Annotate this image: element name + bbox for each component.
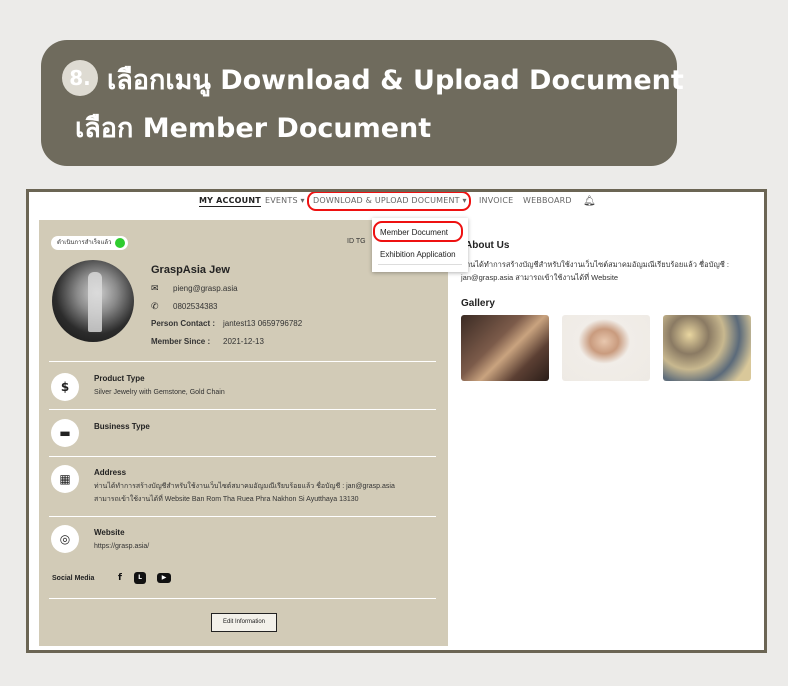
- money-hand-icon: $: [51, 373, 79, 401]
- website-title: Website: [94, 528, 125, 537]
- step-number-badge: 8.: [62, 60, 98, 96]
- facebook-icon[interactable]: f: [114, 572, 126, 584]
- person-contact-row: Person Contact : jantest13 0659796782: [151, 319, 302, 328]
- instruction-banner: 8. เลือกเมนู Download & Upload Document …: [41, 40, 684, 166]
- member-document-highlight-circle: [373, 221, 463, 242]
- menu-item-exhibition-application[interactable]: Exhibition Application: [380, 250, 456, 259]
- nav-webboard[interactable]: WEBBOARD: [523, 196, 572, 205]
- edit-information-button[interactable]: Edit Information: [211, 613, 277, 632]
- bell-icon[interactable]: 🔔︎: [583, 196, 596, 207]
- phone-value: 0802534383: [173, 302, 218, 311]
- product-type-title: Product Type: [94, 374, 145, 383]
- avatar-figure: [88, 272, 102, 332]
- about-us-title: About Us: [465, 240, 510, 251]
- member-since-label: Member Since :: [151, 337, 211, 346]
- website-value[interactable]: https://grasp.asia/: [94, 541, 149, 553]
- member-since-row: Member Since : 2021-12-13: [151, 337, 264, 346]
- instruction-line-2: เลือก Member Document: [75, 113, 432, 144]
- gallery-image-rings[interactable]: [663, 315, 751, 381]
- download-upload-dropdown: Member Document Exhibition Application: [372, 218, 468, 272]
- address-title: Address: [94, 468, 127, 477]
- business-type-title: Business Type: [94, 422, 150, 431]
- nav-my-account[interactable]: MY ACCOUNT: [199, 196, 261, 207]
- divider: [49, 516, 436, 517]
- gallery-title: Gallery: [461, 298, 495, 309]
- globe-icon: ◎: [51, 525, 79, 553]
- member-id-label: ID TG: [347, 238, 366, 245]
- person-contact-value: jantest13 0659796782: [223, 319, 303, 328]
- instruction-line-1: เลือกเมนู Download & Upload Document: [107, 65, 684, 96]
- avatar: [52, 260, 134, 342]
- gallery-image-bracelets[interactable]: [461, 315, 549, 381]
- email-row: ✉ pieng@grasp.asia: [151, 283, 238, 294]
- nav-highlight-circle: [307, 192, 471, 211]
- mail-icon: ✉: [151, 283, 159, 293]
- briefcase-icon: ▬: [51, 419, 79, 447]
- building-icon: ▦: [51, 465, 79, 493]
- divider: [49, 456, 436, 457]
- address-value-line2: สามารถเข้าใช้งานได้ที่ Website Ban Rom T…: [94, 496, 359, 503]
- status-badge: ดำเนินการสำเร็จแล้ว: [51, 236, 128, 250]
- status-dot-icon: [115, 238, 125, 248]
- status-text: ดำเนินการสำเร็จแล้ว: [57, 240, 112, 246]
- address-value-line1: ท่านได้ทำการสร้างบัญชีสำหรับใช้งานเว็บไซ…: [94, 483, 395, 490]
- dropdown-separator: [378, 264, 462, 265]
- profile-panel: ดำเนินการสำเร็จแล้ว ID TG GraspAsia Jew …: [39, 220, 448, 646]
- line-icon[interactable]: L: [134, 572, 146, 584]
- person-contact-label: Person Contact :: [151, 319, 216, 328]
- member-since-value: 2021-12-13: [223, 337, 264, 346]
- social-media-label: Social Media: [52, 575, 95, 582]
- youtube-icon[interactable]: ▶: [157, 573, 171, 583]
- gallery-image-model[interactable]: [562, 315, 650, 381]
- email-value: pieng@grasp.asia: [173, 284, 238, 293]
- divider: [49, 409, 436, 410]
- divider: [49, 598, 436, 599]
- about-us-text: ท่านได้ทำการสร้างบัญชีสำหรับใช้งานเว็บไซ…: [461, 260, 730, 282]
- nav-invoice[interactable]: INVOICE: [479, 196, 513, 205]
- member-name: GraspAsia Jew: [151, 264, 230, 276]
- product-type-value: Silver Jewelry with Gemstone, Gold Chain: [94, 389, 225, 396]
- divider: [49, 361, 436, 362]
- screenshot-frame: MY ACCOUNT EVENTS ▾ DOWNLOAD & UPLOAD DO…: [26, 189, 767, 653]
- nav-events[interactable]: EVENTS ▾: [265, 196, 305, 205]
- phone-row: ✆ 0802534383: [151, 301, 218, 312]
- phone-icon: ✆: [151, 301, 159, 311]
